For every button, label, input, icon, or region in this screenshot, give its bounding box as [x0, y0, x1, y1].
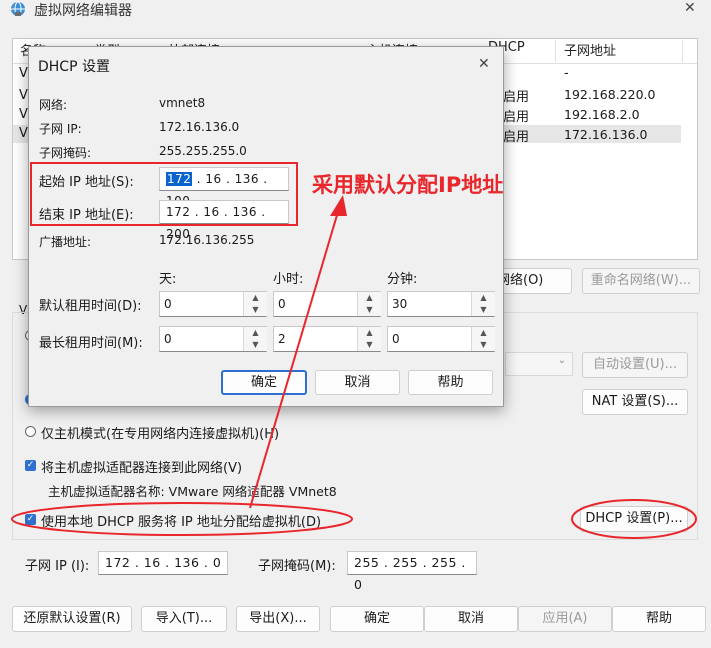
annotation-text: 采用默认分配IP地址	[312, 173, 504, 197]
annotation-highlight-ellipse	[11, 502, 353, 536]
annotation-overlay	[11, 162, 697, 539]
annotation-arrow-line	[249, 204, 341, 509]
annotation-highlight-box	[30, 162, 298, 226]
annotation-highlight-ellipse	[571, 499, 697, 539]
